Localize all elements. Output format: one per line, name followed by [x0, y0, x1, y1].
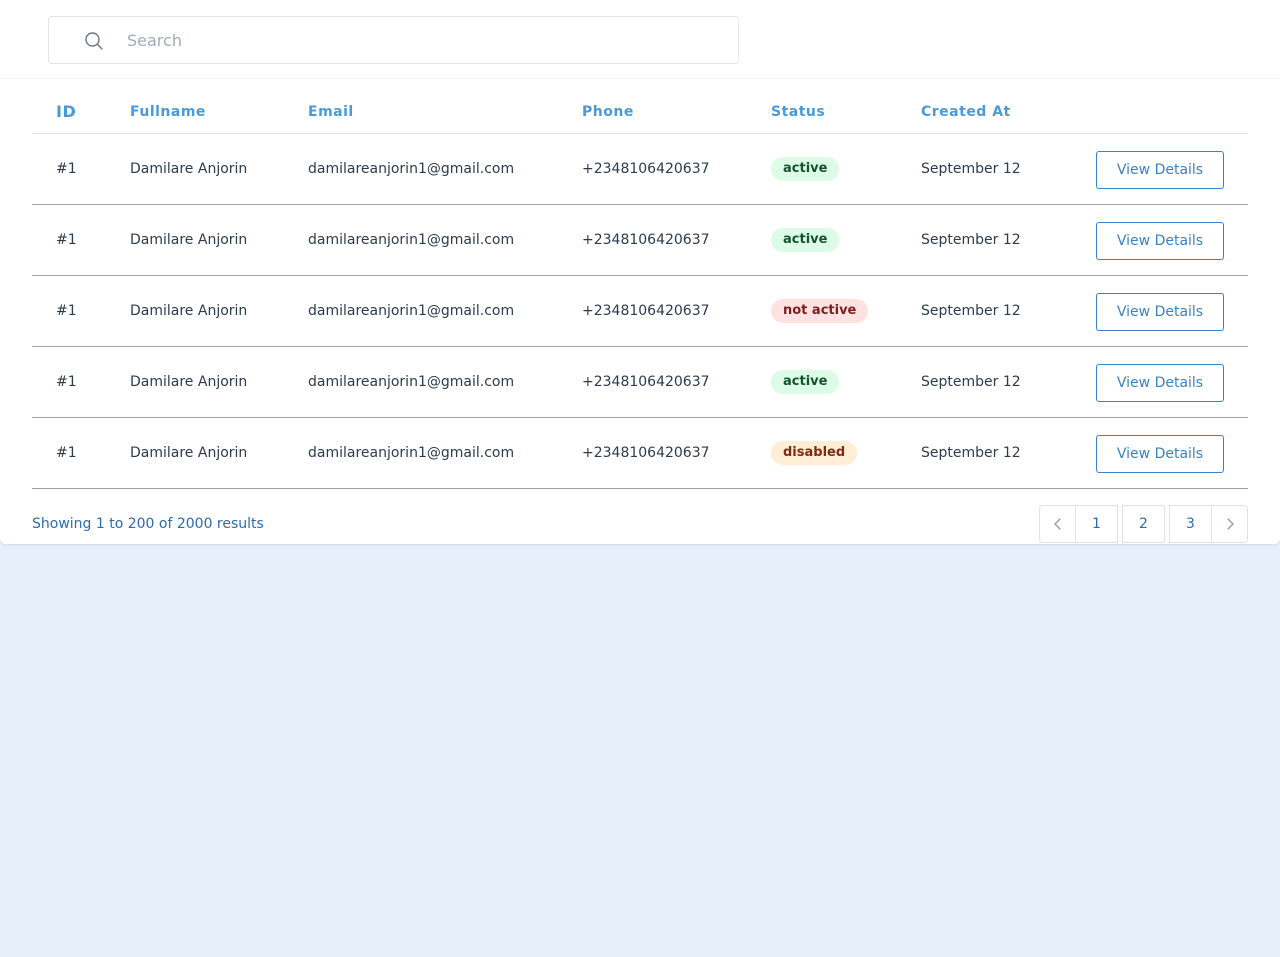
row-id: #1	[56, 374, 77, 390]
row-created-at: September 12	[921, 232, 1021, 248]
row-id: #1	[56, 445, 77, 461]
row-fullname: Damilare Anjorin	[130, 232, 248, 248]
status-badge: active	[771, 228, 840, 252]
page-button-3[interactable]: 3	[1169, 505, 1212, 543]
row-fullname: Damilare Anjorin	[130, 374, 248, 390]
search-box[interactable]	[48, 16, 739, 64]
status-badge: active	[771, 370, 840, 394]
table-footer: Showing 1 to 200 of 2000 results 1 2 3	[32, 505, 1248, 543]
row-phone: +2348106420637	[582, 445, 710, 461]
row-email: damilareanjorin1@gmail.com	[308, 374, 515, 390]
column-header-phone[interactable]: Phone	[582, 104, 634, 120]
next-page-button[interactable]	[1211, 505, 1248, 543]
column-header-fullname[interactable]: Fullname	[130, 104, 206, 120]
view-details-button[interactable]: View Details	[1096, 293, 1224, 331]
chevron-left-icon	[1053, 518, 1061, 530]
row-created-at: September 12	[921, 303, 1021, 319]
status-badge: active	[771, 157, 840, 181]
row-created-at: September 12	[921, 445, 1021, 461]
results-summary: Showing 1 to 200 of 2000 results	[32, 516, 264, 532]
row-phone: +2348106420637	[582, 232, 710, 248]
table-row: #1 Damilare Anjorin damilareanjorin1@gma…	[32, 205, 1248, 276]
row-created-at: September 12	[921, 161, 1021, 177]
search-icon	[85, 32, 103, 50]
row-id: #1	[56, 232, 77, 248]
row-phone: +2348106420637	[582, 374, 710, 390]
table-row: #1 Damilare Anjorin damilareanjorin1@gma…	[32, 134, 1248, 205]
column-header-status[interactable]: Status	[771, 104, 825, 120]
status-badge: not active	[771, 299, 869, 323]
row-created-at: September 12	[921, 374, 1021, 390]
table-row: #1 Damilare Anjorin damilareanjorin1@gma…	[32, 418, 1248, 489]
view-details-button[interactable]: View Details	[1096, 151, 1224, 189]
view-details-button[interactable]: View Details	[1096, 222, 1224, 260]
page-button-2[interactable]: 2	[1122, 505, 1165, 543]
row-id: #1	[56, 161, 77, 177]
column-header-created-at[interactable]: Created At	[921, 104, 1011, 120]
previous-page-button[interactable]	[1039, 505, 1076, 543]
view-details-button[interactable]: View Details	[1096, 435, 1224, 473]
row-fullname: Damilare Anjorin	[130, 161, 248, 177]
search-input[interactable]	[127, 17, 727, 63]
row-phone: +2348106420637	[582, 303, 710, 319]
table-header: ID Fullname Email Phone Status Created A…	[32, 80, 1248, 134]
row-id: #1	[56, 303, 77, 319]
row-email: damilareanjorin1@gmail.com	[308, 232, 515, 248]
users-table-card: ID Fullname Email Phone Status Created A…	[0, 0, 1280, 544]
row-fullname: Damilare Anjorin	[130, 303, 248, 319]
status-badge: disabled	[771, 441, 858, 465]
column-header-email[interactable]: Email	[308, 104, 354, 120]
view-details-button[interactable]: View Details	[1096, 364, 1224, 402]
row-email: damilareanjorin1@gmail.com	[308, 445, 515, 461]
row-fullname: Damilare Anjorin	[130, 445, 248, 461]
table-row: #1 Damilare Anjorin damilareanjorin1@gma…	[32, 276, 1248, 347]
search-bar	[0, 0, 1280, 79]
row-email: damilareanjorin1@gmail.com	[308, 161, 515, 177]
chevron-right-icon	[1226, 518, 1234, 530]
row-email: damilareanjorin1@gmail.com	[308, 303, 515, 319]
column-header-id[interactable]: ID	[56, 102, 76, 121]
page-button-1[interactable]: 1	[1075, 505, 1118, 543]
users-table: ID Fullname Email Phone Status Created A…	[32, 80, 1248, 489]
table-row: #1 Damilare Anjorin damilareanjorin1@gma…	[32, 347, 1248, 418]
row-phone: +2348106420637	[582, 161, 710, 177]
pagination: 1 2 3	[1039, 505, 1248, 543]
